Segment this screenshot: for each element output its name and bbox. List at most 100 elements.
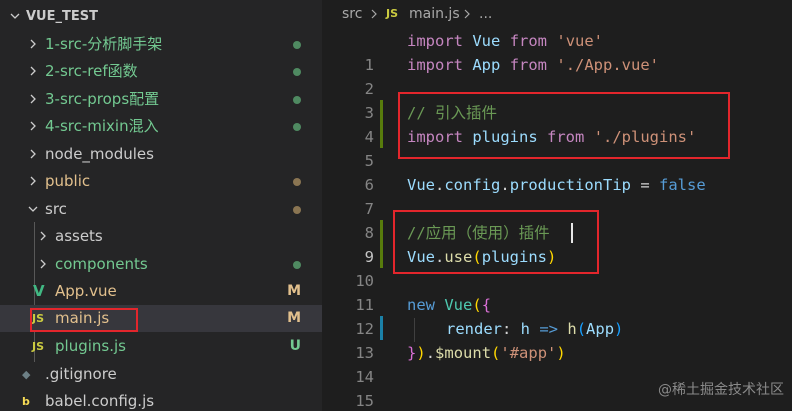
code-token: Vue [444,296,473,314]
chevron-down-icon [9,3,21,30]
status-dot [293,68,301,76]
code-editor[interactable]: src JS main.js ... 1 import Vue from 'vu… [322,0,792,411]
breadcrumb-symbol[interactable]: ... [479,0,492,28]
chevron-down-icon [27,196,39,223]
git-status-badge: M [287,283,301,299]
chevron-right-icon [27,141,39,168]
code-token: ) [614,320,624,338]
code-token: false [659,176,706,194]
code-token: . [425,344,436,362]
tree-item-label: src [45,200,67,218]
code-token: h [520,320,531,338]
git-status-badge: U [289,338,301,354]
code-token: ) [416,344,426,362]
code-token: => [530,320,568,338]
status-dot [293,123,301,131]
tree-item-label: babel.config.js [45,392,155,410]
code-token: from [509,32,548,50]
tree-file-item[interactable]: ◆ .gitignore [0,361,322,388]
js-file-icon: JS [386,7,399,20]
tree-folder-item[interactable]: node_modules [0,141,322,168]
code-line[interactable]: 12 new Vue({ [322,293,792,338]
code-token: ( [472,296,482,314]
code-token: : [502,320,521,338]
code-line[interactable]: 7 Vue.config.productionTip = false [322,173,792,218]
tree-item-label: assets [55,227,103,245]
code-line[interactable]: 14 }).$mount('#app') [322,341,792,386]
chevron-right-icon [27,86,39,113]
git-status-badge: M [287,310,301,326]
tree-item-label: plugins.js [55,337,126,355]
gitignore-file-icon: ◆ [22,368,31,381]
tree-item-label: node_modules [45,145,154,163]
vue-file-icon: V [33,282,45,300]
tree-folder-item[interactable]: 4-src-mixin混入 [0,113,322,140]
tree-item-label: components [55,255,148,273]
code-token: App [586,320,615,338]
tree-folder-item[interactable]: components [0,251,322,278]
code-token: config [444,176,501,194]
code-line[interactable]: 2 import App from './App.vue' [322,53,792,98]
tree-folder-item[interactable]: 3-src-props配置 [0,86,322,113]
tree-folder-item[interactable]: 1-src-分析脚手架 [0,31,322,58]
tree-item-label: 2-src-ref函数 [45,62,138,80]
watermark: @稀土掘金技术社区 [658,382,784,398]
code-token: 'vue' [556,32,604,50]
chevron-right-icon [27,168,39,195]
breadcrumb-file[interactable]: main.js [409,0,460,28]
tree-file-item[interactable]: b babel.config.js [0,388,322,411]
breadcrumb: src JS main.js ... [322,0,792,28]
code-token: . [500,176,510,194]
code-token: ( [576,320,587,338]
code-token: new [407,296,435,314]
explorer-sidebar: VUE_TEST 1-src-分析脚手架 2-src-ref函数 3-src-p… [0,0,322,411]
tree-file-item[interactable]: V App.vue M [0,278,322,305]
code-token: render [446,320,502,338]
line-number: 15 [355,392,374,410]
code-line[interactable]: 1 import Vue from 'vue' [322,29,792,74]
tree-item-label: 1-src-分析脚手架 [45,35,163,53]
annotation-highlight-box [398,92,730,159]
code-token: = [631,176,660,194]
status-dot [293,261,301,269]
code-token: productionTip [509,176,632,194]
tree-file-item[interactable]: JS plugins.js U [0,333,322,360]
js-file-icon: JS [32,340,45,353]
explorer-root-title: VUE_TEST [26,9,98,24]
code-token: Vue [472,32,501,50]
explorer-root[interactable]: VUE_TEST [0,3,322,30]
chevron-right-icon [37,223,49,250]
code-token: import [407,56,463,74]
code-token: ) [556,344,566,362]
chevron-right-icon [370,0,378,29]
chevron-right-icon [37,251,49,278]
code-token: from [509,56,548,74]
status-dot [293,206,301,214]
code-token: ( [491,344,501,362]
status-dot [293,178,301,186]
status-dot [293,41,301,49]
breadcrumb-folder[interactable]: src [342,0,362,28]
code-token: Vue [407,176,435,194]
code-token: './App.vue' [556,56,660,74]
tree-folder-item[interactable]: 2-src-ref函数 [0,58,322,85]
babel-file-icon: b [22,395,30,408]
tree-folder-item[interactable]: assets [0,223,322,250]
chevron-right-icon [463,0,471,29]
code-line[interactable]: 13 render: h => h(App) [322,317,792,362]
tree-item-label: App.vue [55,282,117,300]
chevron-right-icon [27,113,39,140]
code-token: import [407,32,463,50]
code-token: $mount [435,344,492,362]
annotation-highlight-box [30,308,138,332]
tree-item-label: 4-src-mixin混入 [45,117,159,135]
tree-item-label: public [45,172,91,190]
code-token: h [567,320,577,338]
code-token: '#app' [500,344,557,362]
code-token: { [481,296,492,314]
status-dot [293,96,301,104]
tree-item-label: 3-src-props配置 [45,90,160,108]
tree-folder-item[interactable]: public [0,168,322,195]
tree-item-label: .gitignore [45,365,117,383]
tree-folder-item[interactable]: src [0,196,322,223]
